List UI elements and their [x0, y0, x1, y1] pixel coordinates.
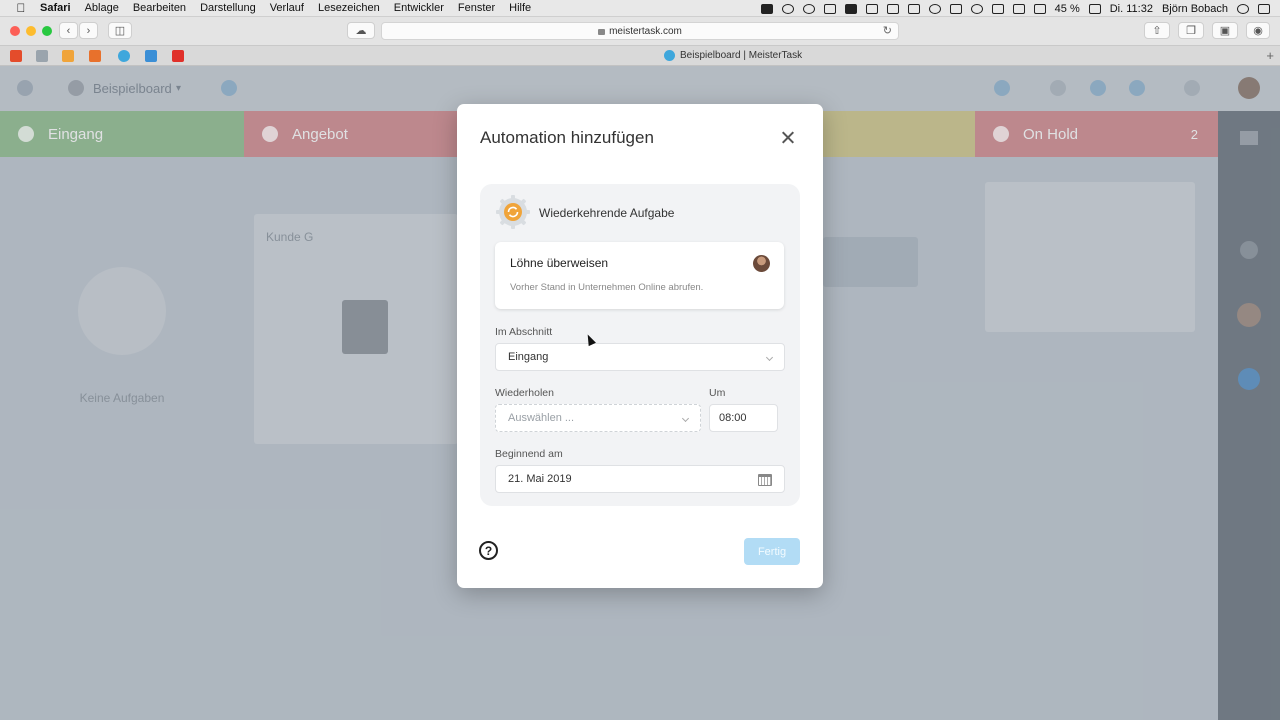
- section-value: Eingang: [508, 351, 549, 363]
- menu-app-safari[interactable]: Safari: [40, 2, 71, 14]
- assignee-avatar[interactable]: [753, 255, 770, 272]
- meistertask-favicon-icon[interactable]: [118, 50, 130, 62]
- minimize-window-button[interactable]: [26, 26, 36, 36]
- battery-icon[interactable]: [1088, 3, 1101, 14]
- safari-toolbar: ‹ › ◫ ☁ meistertask.com ↻ ⇧ ❐ ▣ ◉: [0, 17, 1280, 45]
- chevron-down-icon: [681, 414, 690, 423]
- menu-entwickler[interactable]: Entwickler: [394, 2, 444, 14]
- menu-verlauf[interactable]: Verlauf: [270, 2, 304, 14]
- bookmark-favicon-icon[interactable]: [36, 50, 48, 62]
- spotlight-search-icon[interactable]: [1237, 3, 1249, 14]
- section-label: Im Abschnitt: [495, 326, 553, 338]
- extension-button-1[interactable]: ▣: [1212, 22, 1238, 39]
- active-tab[interactable]: Beispielboard | MeisterTask: [664, 50, 802, 61]
- time-value: 08:00: [719, 412, 747, 424]
- menu-darstellung[interactable]: Darstellung: [200, 2, 256, 14]
- wd-icon[interactable]: [760, 3, 773, 14]
- share-button[interactable]: ⇧: [1144, 22, 1170, 39]
- done-button[interactable]: Fertig: [744, 538, 800, 565]
- start-date-value: 21. Mai 2019: [508, 473, 572, 485]
- reload-icon[interactable]: ↻: [883, 24, 892, 37]
- chevron-right-icon: ›: [86, 24, 91, 37]
- recurring-task-card[interactable]: Löhne überweisen Vorher Stand in Unterne…: [495, 242, 784, 309]
- start-date-input[interactable]: 21. Mai 2019: [495, 465, 785, 493]
- bookmark-favicon-icon[interactable]: [62, 50, 74, 62]
- share-icon: ⇧: [1152, 25, 1162, 37]
- menu-fenster[interactable]: Fenster: [458, 2, 495, 14]
- section-select[interactable]: Eingang: [495, 343, 785, 371]
- dialog-title: Automation hinzufügen: [480, 128, 654, 147]
- youtube-favicon-icon[interactable]: [172, 50, 184, 62]
- task-name: Löhne überweisen: [510, 256, 609, 270]
- menubar-status-area: 45 % Di. 11:32 Björn Bobach: [760, 0, 1270, 17]
- user-name[interactable]: Björn Bobach: [1162, 3, 1228, 15]
- repeat-placeholder: Auswählen ...: [508, 412, 575, 424]
- task-description: Vorher Stand in Unternehmen Online abruf…: [510, 282, 704, 293]
- back-button[interactable]: ‹: [59, 22, 78, 39]
- time-input[interactable]: 08:00: [709, 404, 778, 432]
- airplay-icon[interactable]: [991, 3, 1004, 14]
- tool-status-icon[interactable]: [907, 3, 920, 14]
- target-icon[interactable]: [928, 3, 941, 14]
- apple-icon[interactable]: : [14, 1, 28, 15]
- sidebar-icon: ◫: [114, 25, 126, 37]
- time-label: Um: [709, 387, 726, 399]
- start-date-label: Beginnend am: [495, 448, 563, 460]
- zoom-window-button[interactable]: [42, 26, 52, 36]
- close-window-button[interactable]: [10, 26, 20, 36]
- bluetooth-icon[interactable]: [949, 3, 962, 14]
- grid-status-icon[interactable]: [886, 3, 899, 14]
- app-status-icon[interactable]: [844, 3, 857, 14]
- lightning-icon[interactable]: [865, 3, 878, 14]
- tab-title: Beispielboard | MeisterTask: [680, 50, 803, 61]
- cloud-icon: ☁: [355, 25, 367, 37]
- menu-lesezeichen[interactable]: Lesezeichen: [318, 2, 380, 14]
- recurring-gear-icon: [496, 195, 530, 229]
- meistertask-check-icon: [664, 50, 675, 61]
- calendar-status-icon[interactable]: [823, 3, 836, 14]
- lock-icon: [598, 29, 606, 35]
- extension-button-2[interactable]: ◉: [1246, 22, 1270, 39]
- macos-menubar:  Safari Ablage Bearbeiten Darstellung V…: [0, 0, 1280, 17]
- address-bar[interactable]: meistertask.com ↻: [381, 22, 899, 40]
- chevron-left-icon: ‹: [66, 24, 71, 37]
- url-text: meistertask.com: [609, 25, 682, 37]
- calendar-icon[interactable]: [758, 474, 772, 486]
- close-icon[interactable]: [781, 131, 795, 145]
- xing-favicon-icon[interactable]: [89, 50, 101, 62]
- tab-bar: Beispielboard | MeisterTask +: [0, 45, 1280, 66]
- bookmark-favicon-icon[interactable]: [145, 50, 157, 62]
- clock[interactable]: Di. 11:32: [1110, 3, 1153, 15]
- time-machine-icon[interactable]: [970, 3, 983, 14]
- extension-circle-icon: ◉: [1253, 25, 1263, 37]
- notification-center-icon[interactable]: [1258, 3, 1270, 14]
- sidebar-button[interactable]: ◫: [108, 22, 132, 39]
- extension-icon: ▣: [1219, 25, 1231, 37]
- icloud-tabs-button[interactable]: ☁: [347, 22, 375, 39]
- forward-button[interactable]: ›: [79, 22, 98, 39]
- menu-bearbeiten[interactable]: Bearbeiten: [133, 2, 186, 14]
- office-favicon-icon[interactable]: [10, 50, 22, 62]
- cloud-icon[interactable]: [781, 3, 794, 14]
- tabs-icon: ❐: [1186, 25, 1196, 37]
- help-icon[interactable]: ?: [479, 541, 498, 560]
- status-circle-icon[interactable]: [802, 3, 815, 14]
- menu-ablage[interactable]: Ablage: [85, 2, 119, 14]
- repeat-label: Wiederholen: [495, 387, 554, 399]
- repeat-select[interactable]: Auswählen ...: [495, 404, 701, 432]
- tabs-overview-button[interactable]: ❐: [1178, 22, 1204, 39]
- volume-icon[interactable]: [1033, 3, 1046, 14]
- wifi-icon[interactable]: [1012, 3, 1025, 14]
- automation-panel: Wiederkehrende Aufgabe Löhne überweisen …: [480, 184, 800, 506]
- battery-percent[interactable]: 45 %: [1055, 3, 1080, 15]
- new-tab-plus-icon[interactable]: +: [1266, 48, 1274, 63]
- automation-dialog: Automation hinzufügen Wiederkehrende Auf…: [457, 104, 823, 588]
- automation-type-title: Wiederkehrende Aufgabe: [539, 206, 675, 220]
- menu-hilfe[interactable]: Hilfe: [509, 2, 531, 14]
- chevron-down-icon: [765, 353, 774, 362]
